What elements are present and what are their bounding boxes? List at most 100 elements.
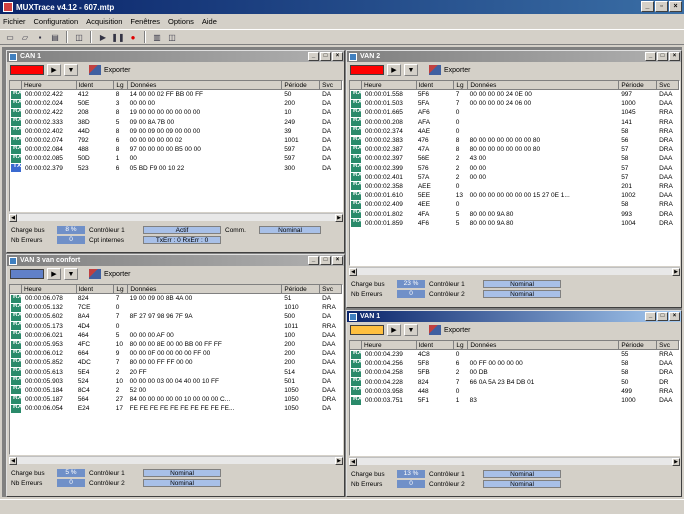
- table-row[interactable]: RX00:00:02.409 4EE 0 58 RRA: [350, 200, 679, 209]
- filter-icon[interactable]: ▶: [47, 64, 61, 76]
- record-icon[interactable]: ●: [127, 31, 139, 43]
- filter-icon[interactable]: ◫: [73, 31, 85, 43]
- scroll-right-icon[interactable]: ▶: [672, 268, 680, 276]
- column-header[interactable]: Ident: [417, 341, 455, 349]
- table-row[interactable]: RX00:00:02.399 576 2 00 00 57 DAA: [350, 164, 679, 173]
- new-icon[interactable]: ▭: [4, 31, 16, 43]
- tile-horizontal-icon[interactable]: ▥: [151, 31, 163, 43]
- table-row[interactable]: RX00:00:02.333 38D 5 09 00 8A 7B 00 249 DA: [10, 118, 342, 127]
- menu-acquisition[interactable]: Acquisition: [86, 17, 122, 26]
- column-header[interactable]: Données: [468, 341, 620, 349]
- table-row[interactable]: RX00:00:05.602 8A4 7 8F 27 97 98 96 7F 9A 50…: [10, 312, 342, 321]
- column-header[interactable]: Svc: [320, 285, 342, 293]
- scroll-left-icon[interactable]: ◀: [9, 214, 17, 222]
- table-row[interactable]: RX00:00:06.012 664 9 00 00 0F 00 00 00 00 F…: [10, 349, 342, 358]
- column-header[interactable]: Lg: [454, 341, 469, 349]
- tile-vertical-icon[interactable]: ◫: [166, 31, 178, 43]
- export-button[interactable]: Exporter: [89, 65, 130, 75]
- column-header[interactable]: Période: [619, 81, 658, 89]
- print-icon[interactable]: ▤: [49, 31, 61, 43]
- table-row[interactable]: RX00:00:02.397 56E 2 43 00 58 DAA: [350, 154, 679, 163]
- van2-message-table[interactable]: HeureIdentLgDonnéesPériodeSvcRX00:00:01.…: [349, 80, 680, 266]
- column-header[interactable]: Période: [282, 81, 321, 89]
- table-row[interactable]: RX00:00:02.374 4AE 0 58 RRA: [350, 127, 679, 136]
- column-header[interactable]: Lg: [114, 285, 129, 293]
- open-icon[interactable]: ▱: [19, 31, 31, 43]
- table-row[interactable]: RX00:00:02.358 AEE 0 201 RRA: [350, 182, 679, 191]
- trigger-icon[interactable]: ▼: [404, 324, 418, 336]
- scroll-right-icon[interactable]: ▶: [335, 214, 343, 222]
- column-header[interactable]: Svc: [657, 341, 679, 349]
- minimize-icon[interactable]: _: [645, 312, 656, 321]
- trigger-icon[interactable]: ▼: [404, 64, 418, 76]
- table-row[interactable]: RX00:00:00.208 AFA 0 141 RRA: [350, 118, 679, 127]
- table-row[interactable]: RX00:00:02.422 412 8 14 00 00 02 FF BB 00 F…: [10, 90, 342, 99]
- channel-color-swatch[interactable]: [350, 65, 384, 75]
- export-button[interactable]: Exporter: [89, 269, 130, 279]
- table-row[interactable]: RX00:00:02.422 208 8 19 00 00 00 00 00 00 0…: [10, 108, 342, 117]
- can1-message-table[interactable]: HeureIdentLgDonnéesPériodeSvcRX00:00:02.…: [9, 80, 343, 212]
- scroll-left-icon[interactable]: ◀: [349, 458, 357, 466]
- close-icon[interactable]: ×: [332, 256, 343, 265]
- van1-message-table[interactable]: HeureIdentLgDonnéesPériodeSvcRX00:00:04.…: [349, 340, 680, 456]
- trigger-icon[interactable]: ▼: [64, 268, 78, 280]
- column-header[interactable]: Svc: [657, 81, 679, 89]
- restore-icon[interactable]: □: [320, 52, 331, 61]
- table-row[interactable]: RX00:00:05.903 524 10 00 00 00 03 00 04 40 …: [10, 377, 342, 386]
- close-button[interactable]: ×: [669, 1, 682, 12]
- close-icon[interactable]: ×: [669, 52, 680, 61]
- menu-options[interactable]: Options: [168, 17, 194, 26]
- column-header[interactable]: Svc: [320, 81, 342, 89]
- pause-icon[interactable]: ❚❚: [111, 31, 124, 43]
- van3-message-table[interactable]: HeureIdentLgDonnéesPériodeSvcRX00:00:06.…: [9, 284, 343, 455]
- restore-icon[interactable]: □: [657, 312, 668, 321]
- table-row[interactable]: RX00:00:05.953 4FC 10 80 00 00 8E 00 00 BB …: [10, 340, 342, 349]
- table-row[interactable]: TX 00:00:02.379 523 6 05 BD F9 00 10 22 300 DA: [10, 164, 342, 173]
- table-row[interactable]: RX00:00:04.256 5F8 6 00 FF 00 00 00 00 58 DAA: [350, 359, 679, 368]
- close-icon[interactable]: ×: [332, 52, 343, 61]
- table-row[interactable]: RX00:00:01.503 5FA 7 00 00 00 00 24 06 00 10…: [350, 99, 679, 108]
- horizontal-scrollbar[interactable]: ◀ ▶: [9, 213, 343, 222]
- scroll-right-icon[interactable]: ▶: [335, 457, 343, 465]
- table-row[interactable]: RX00:00:06.078 824 7 19 00 09 00 8B 4A 00 51…: [10, 294, 342, 303]
- table-row[interactable]: RX00:00:01.665 AF6 0 1045 RRA: [350, 108, 679, 117]
- table-row[interactable]: RX00:00:02.074 792 6 00 00 00 00 00 02 1001 D…: [10, 136, 342, 145]
- table-row[interactable]: RX00:00:02.401 57A 2 00 00 57 DAA: [350, 173, 679, 182]
- restore-icon[interactable]: □: [320, 256, 331, 265]
- table-row[interactable]: RX00:00:02.402 44D 8 09 00 09 00 09 00 00 0…: [10, 127, 342, 136]
- column-header[interactable]: Lg: [454, 81, 469, 89]
- menu-fichier[interactable]: Fichier: [3, 17, 26, 26]
- close-icon[interactable]: ×: [669, 312, 680, 321]
- channel-color-swatch[interactable]: [350, 325, 384, 335]
- channel-color-swatch[interactable]: [10, 269, 44, 279]
- scroll-left-icon[interactable]: ◀: [349, 268, 357, 276]
- trigger-icon[interactable]: ▼: [64, 64, 78, 76]
- column-header[interactable]: Ident: [417, 81, 455, 89]
- table-row[interactable]: RX00:00:05.613 5E4 2 20 FF 514 DAA: [10, 368, 342, 377]
- table-row[interactable]: RX00:00:05.173 4D4 0 1011 RRA: [10, 322, 342, 331]
- minimize-button[interactable]: _: [641, 1, 654, 12]
- minimize-icon[interactable]: _: [308, 52, 319, 61]
- table-row[interactable]: RX00:00:05.132 7CE 0 1010 RRA: [10, 303, 342, 312]
- table-row[interactable]: RX00:00:04.239 4C8 0 55 RRA: [350, 350, 679, 359]
- table-row[interactable]: RX00:00:04.228 824 7 66 0A 5A 23 B4 DB 01 50…: [350, 378, 679, 387]
- table-row[interactable]: RX00:00:02.383 476 8 80 00 00 00 00 00 00 8…: [350, 136, 679, 145]
- export-button[interactable]: Exporter: [429, 325, 470, 335]
- export-button[interactable]: Exporter: [429, 65, 470, 75]
- column-header[interactable]: Heure: [22, 285, 77, 293]
- scroll-right-icon[interactable]: ▶: [672, 458, 680, 466]
- minimize-icon[interactable]: _: [645, 52, 656, 61]
- horizontal-scrollbar[interactable]: ◀ ▶: [9, 456, 343, 465]
- column-header[interactable]: Période: [619, 341, 658, 349]
- table-row[interactable]: RX00:00:01.802 4FA 5 80 00 00 9A 80 993 DRA: [350, 209, 679, 219]
- filter-icon[interactable]: ▶: [387, 324, 401, 336]
- column-header[interactable]: Heure: [22, 81, 77, 89]
- save-icon[interactable]: ▪: [34, 31, 46, 43]
- column-header[interactable]: Période: [282, 285, 321, 293]
- table-row[interactable]: RX00:00:01.558 5F6 7 00 00 00 00 24 0E 00 99…: [350, 90, 679, 99]
- filter-icon[interactable]: ▶: [47, 268, 61, 280]
- table-row[interactable]: RX00:00:02.084 488 8 97 00 00 00 00 B5 00 0…: [10, 145, 342, 154]
- play-icon[interactable]: ▶: [97, 31, 109, 43]
- horizontal-scrollbar[interactable]: ◀ ▶: [349, 267, 680, 276]
- column-header[interactable]: Ident: [77, 285, 115, 293]
